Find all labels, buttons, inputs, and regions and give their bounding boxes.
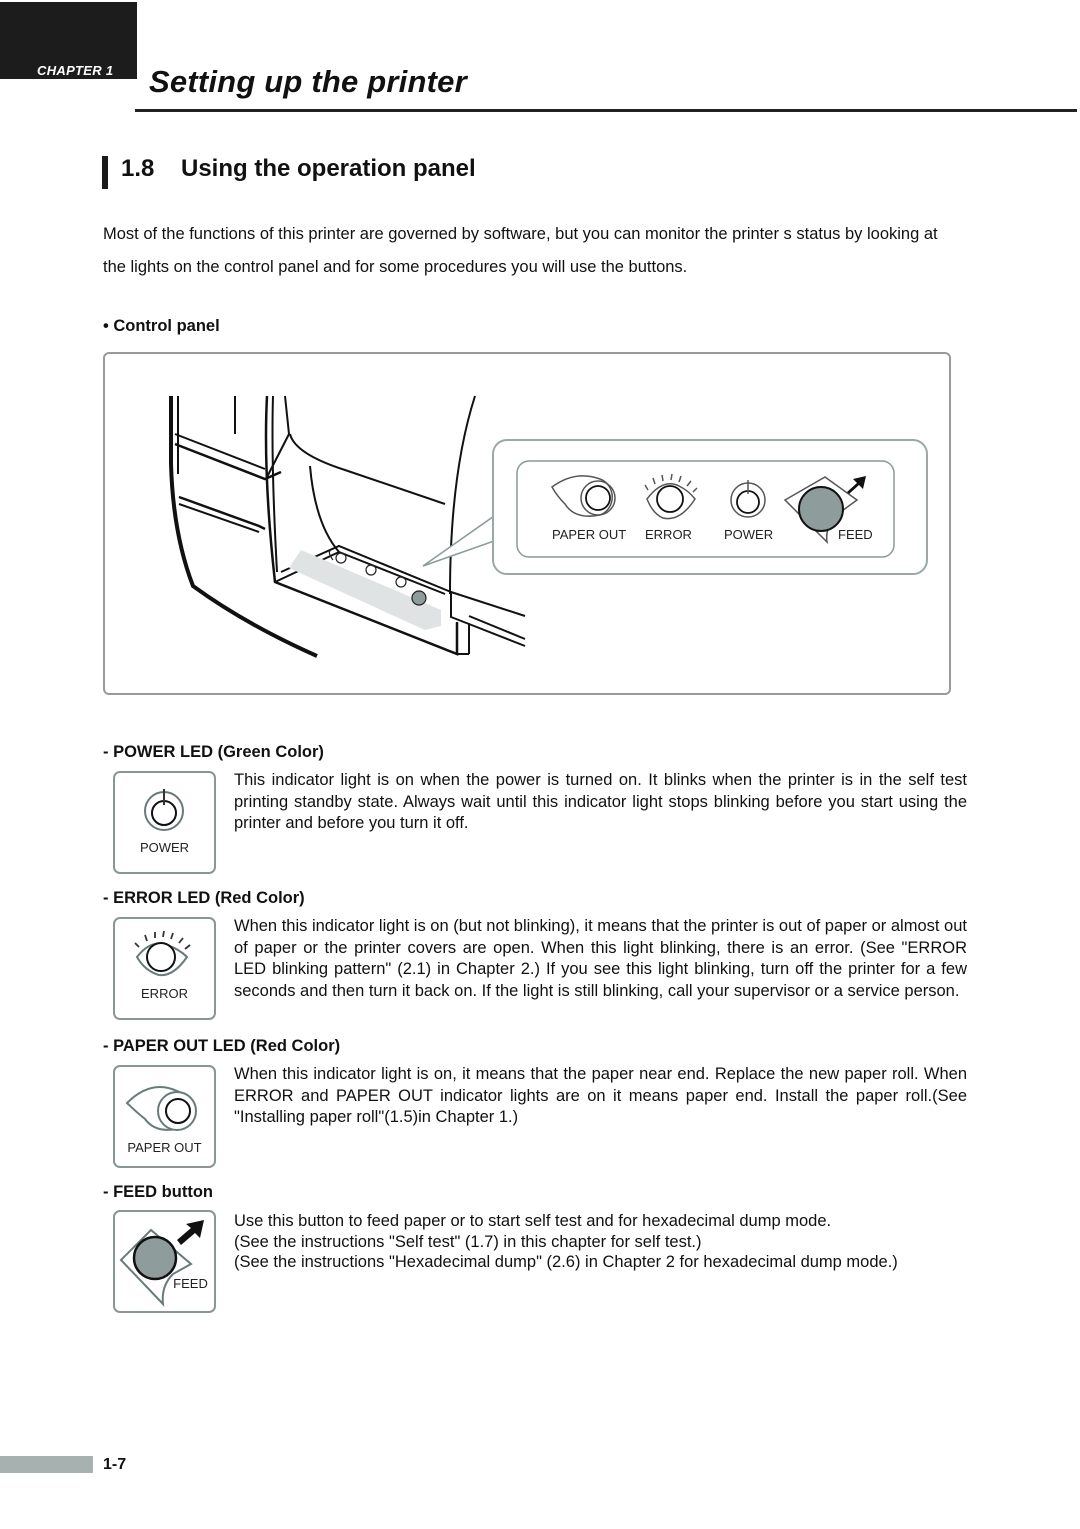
paper-out-led-icon-box: PAPER OUT — [113, 1065, 216, 1168]
control-panel-label: • Control panel — [103, 317, 220, 335]
title-rule — [135, 109, 1077, 112]
feed-line-2: (See the instructions "Self test" (1.7) … — [234, 1232, 702, 1251]
chapter-tab: CHAPTER 1 — [0, 2, 137, 79]
error-led-icon-box: ERROR — [113, 917, 216, 1020]
printer-body — [169, 395, 526, 658]
feed-button-icon-box: FEED — [113, 1210, 216, 1313]
callout-pointer — [422, 512, 498, 567]
label-feed: FEED — [838, 527, 873, 542]
error-icon-caption: ERROR — [141, 986, 188, 1001]
label-power: POWER — [724, 527, 773, 542]
feed-button-description: Use this button to feed paper or to star… — [234, 1211, 967, 1273]
page-title: Setting up the printer — [149, 64, 467, 99]
error-led-heading: - ERROR LED (Red Color) — [103, 889, 305, 907]
feed-button-icon — [119, 1220, 204, 1307]
paper-out-led-heading: - PAPER OUT LED (Red Color) — [103, 1037, 341, 1055]
power-led-description: This indicator light is on when the powe… — [234, 771, 967, 833]
paper-out-icon-caption: PAPER OUT — [127, 1140, 202, 1155]
eye-icon — [134, 930, 191, 977]
control-panel-figure: PAPER OUT ERROR POWER FEED — [103, 352, 951, 695]
section-title: 1.8 Using the operation panel — [121, 155, 476, 183]
label-paper-out: PAPER OUT — [552, 527, 626, 542]
label-error: ERROR — [645, 527, 692, 542]
section-marker — [102, 156, 108, 189]
feed-line-3: (See the instructions "Hexadecimal dump"… — [234, 1253, 898, 1271]
power-led-icon-box: POWER — [113, 771, 216, 874]
section-number: 1.8 — [121, 155, 155, 182]
feed-button-heading: - FEED button — [103, 1183, 213, 1201]
page-number: 1-7 — [103, 1456, 127, 1473]
feed-line-1: Use this button to feed paper or to star… — [234, 1212, 832, 1230]
chapter-label: CHAPTER 1 — [37, 63, 114, 78]
power-icon — [144, 789, 184, 831]
section-title-text: Using the operation panel — [181, 155, 476, 182]
printer-illustration: PAPER OUT ERROR POWER FEED — [169, 395, 928, 658]
intro-paragraph: Most of the functions of this printer ar… — [103, 225, 938, 276]
feed-icon-caption: FEED — [173, 1276, 208, 1291]
paper-out-led-description: When this indicator light is on, it mean… — [234, 1065, 967, 1127]
error-led-description: When this indicator light is on (but not… — [234, 917, 967, 1001]
power-icon-caption: POWER — [139, 840, 190, 855]
footer-bar — [0, 1456, 93, 1473]
power-led-heading: - POWER LED (Green Color) — [103, 743, 324, 761]
